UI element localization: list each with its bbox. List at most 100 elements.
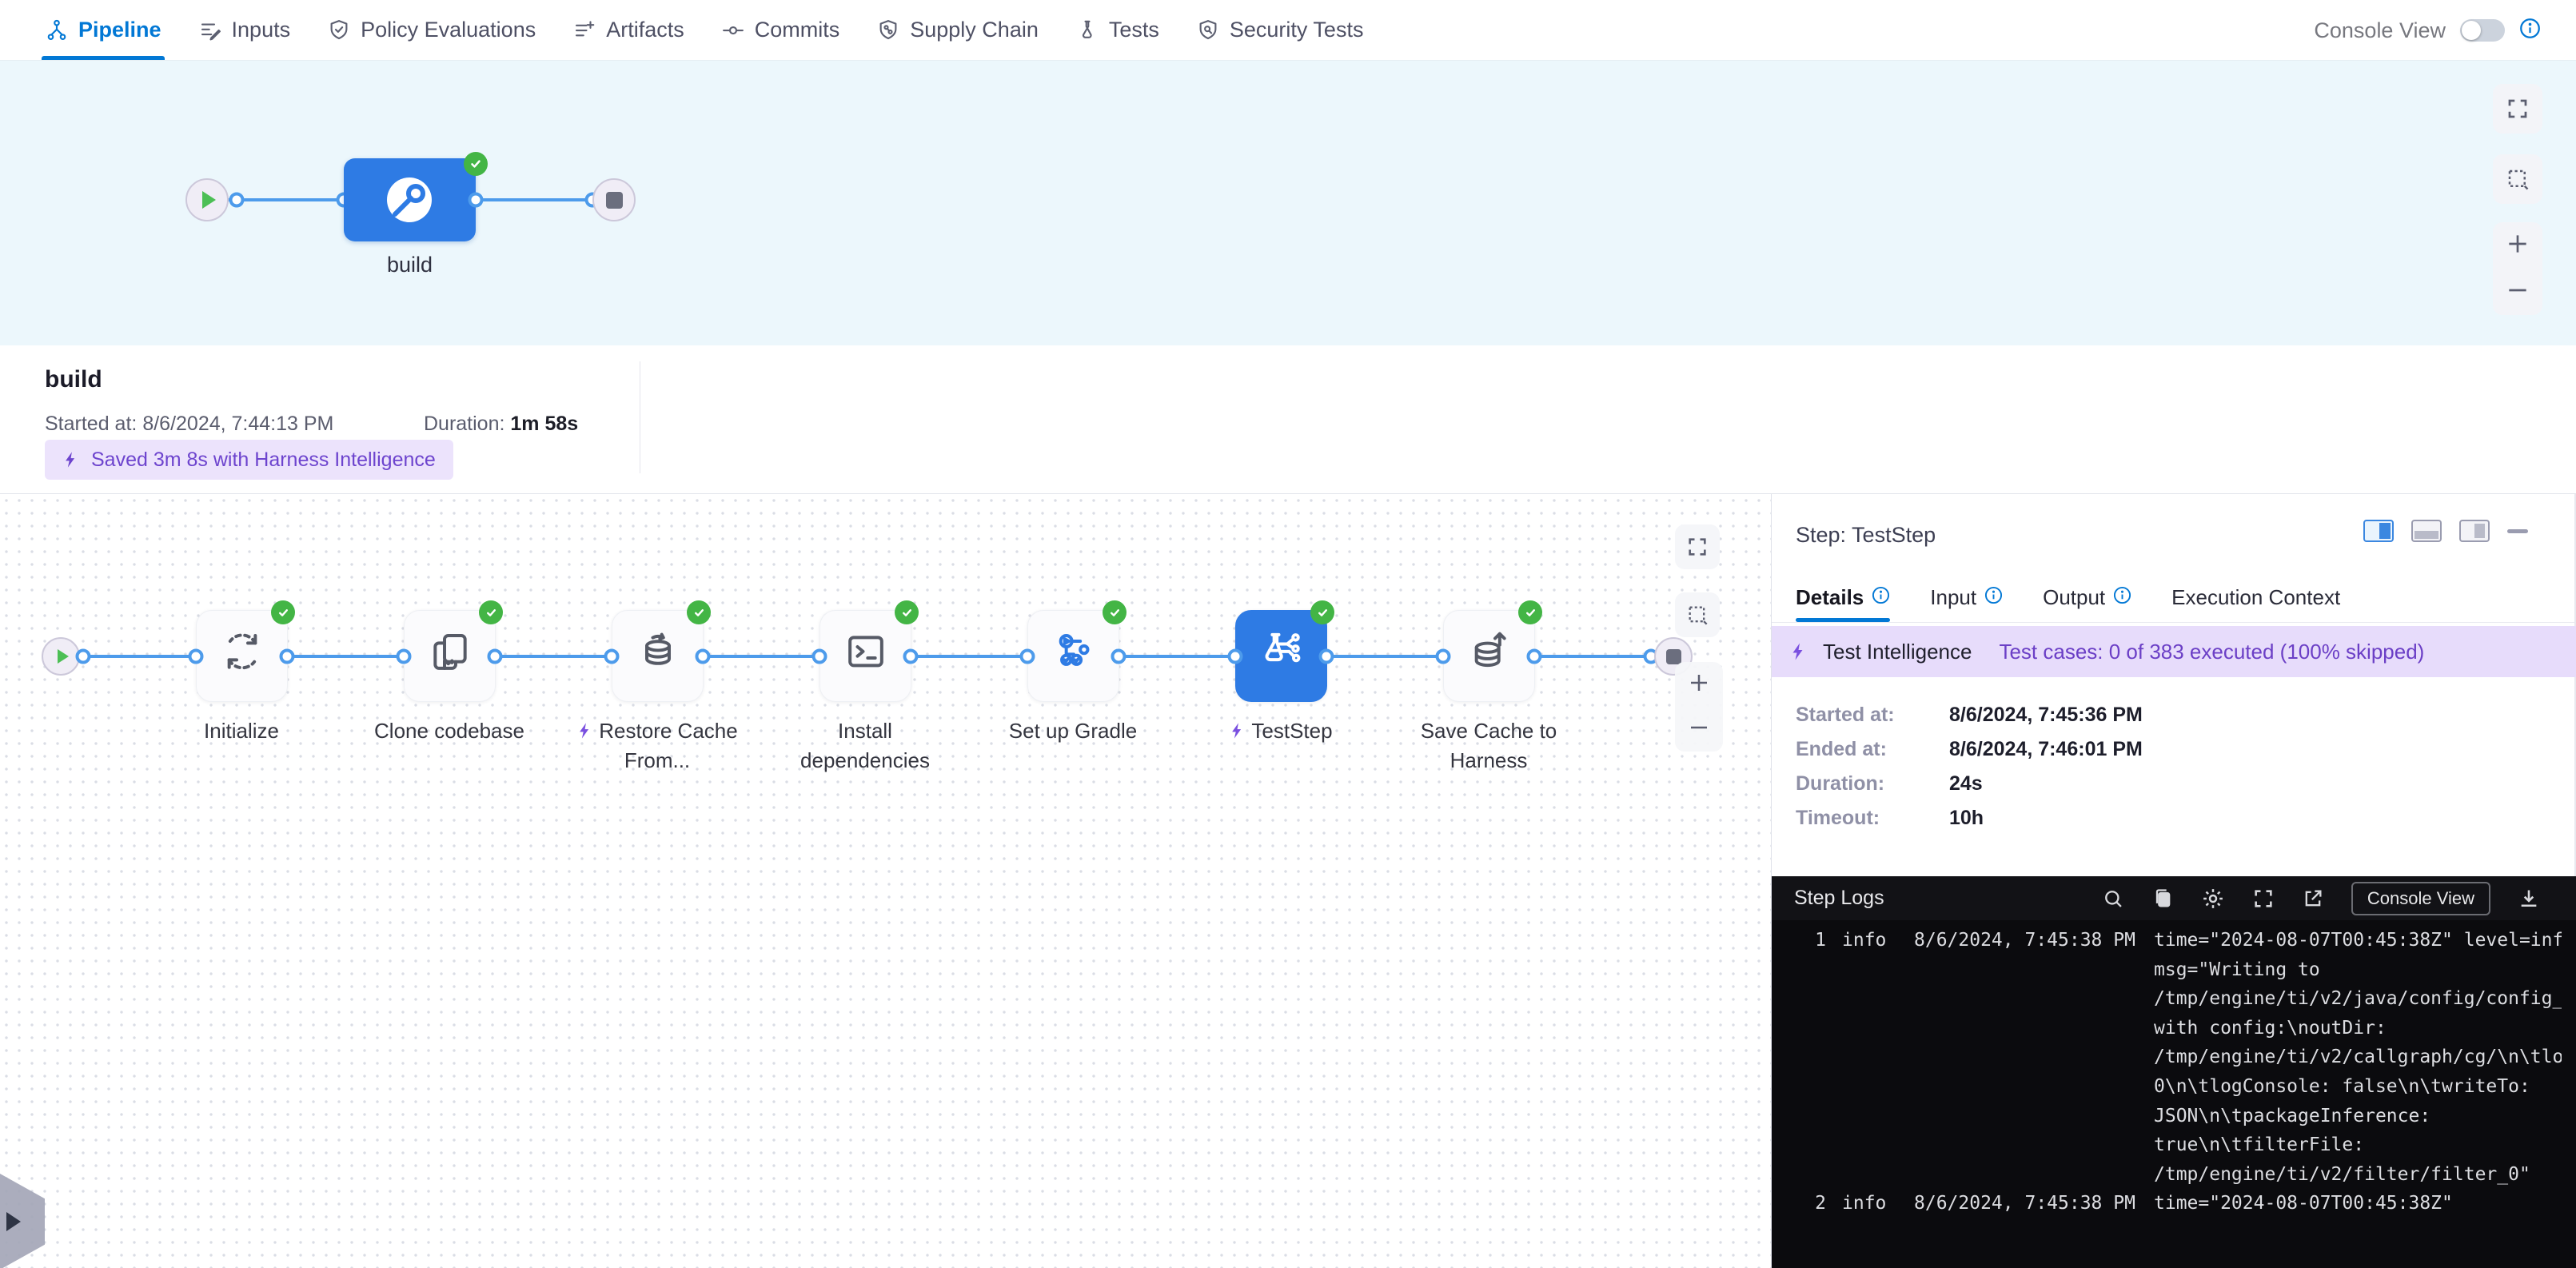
stage-title: build — [45, 366, 102, 393]
success-check-icon — [271, 600, 295, 624]
nav-tab-artifacts[interactable]: Artifacts — [572, 0, 684, 60]
layout-bottom-view-icon[interactable] — [2411, 520, 2442, 542]
layout-right-view-icon[interactable] — [2363, 520, 2394, 542]
info-icon[interactable] — [2519, 18, 2541, 43]
nav-tab-security-tests[interactable]: Security Tests — [1196, 0, 1364, 60]
step-node-install-dependencies[interactable] — [819, 610, 911, 702]
chevron-right-icon — [6, 1212, 21, 1231]
log-level: info — [1842, 926, 1914, 1189]
execution-graph-canvas: Initialize Clone codebase Restore Cache … — [0, 494, 1771, 1268]
step-logs-header: Step Logs Console View — [1772, 876, 2576, 920]
zoom-in-button[interactable] — [2505, 231, 2530, 261]
connector-dot — [903, 649, 919, 664]
log-level: info — [1842, 1189, 1914, 1218]
toggle-knob — [2462, 21, 2481, 40]
copy-icon[interactable] — [2151, 887, 2174, 910]
log-entry: 2 info 8/6/2024, 7:45:38 PM time="2024-0… — [1772, 1189, 2576, 1218]
log-entry: 1 info 8/6/2024, 7:45:38 PM time="2024-0… — [1772, 926, 2576, 1189]
info-icon[interactable] — [1872, 585, 1890, 610]
commits-icon — [721, 18, 745, 42]
nav-tab-inputs[interactable]: Inputs — [198, 0, 291, 60]
play-icon — [202, 191, 216, 209]
initialize-icon — [220, 628, 265, 677]
step-logs-body[interactable]: 1 info 8/6/2024, 7:45:38 PM time="2024-0… — [1772, 926, 2576, 1268]
detail-row: Timeout: 10h — [1796, 801, 2143, 835]
zoom-controls — [1675, 662, 1723, 752]
layout-side-view-icon[interactable] — [2459, 520, 2490, 542]
log-message: time="2024-08-07T00:45:38Z" — [2154, 1189, 2562, 1218]
success-check-icon — [479, 600, 503, 624]
settings-gear-icon[interactable] — [2201, 887, 2225, 911]
info-icon[interactable] — [2113, 585, 2131, 610]
nav-tab-label: Policy Evaluations — [361, 18, 536, 42]
exec-start-node[interactable] — [42, 637, 80, 676]
step-panel-title: Step: TestStep — [1796, 523, 1936, 548]
fullscreen-button[interactable] — [2493, 84, 2542, 134]
nav-tabs: Pipeline Inputs Policy Evaluations Artif… — [0, 0, 1363, 60]
nav-tab-tests[interactable]: Tests — [1075, 0, 1159, 60]
external-link-icon[interactable] — [2302, 887, 2324, 910]
step-node-teststep[interactable] — [1235, 610, 1327, 702]
connector-dot — [1527, 649, 1542, 664]
step-node-initialize[interactable] — [196, 610, 288, 702]
success-check-icon — [464, 152, 488, 176]
stage-node-build[interactable] — [344, 158, 476, 241]
test-intelligence-label: Test Intelligence — [1823, 640, 1972, 664]
nav-tab-commits[interactable]: Commits — [721, 0, 840, 60]
nav-tab-policy-evaluations[interactable]: Policy Evaluations — [327, 0, 536, 60]
connector-dot — [696, 649, 711, 664]
connector-dot — [1436, 649, 1451, 664]
panel-tab-details[interactable]: Details — [1796, 585, 1890, 610]
divider — [1772, 622, 2576, 623]
nav-tab-pipeline[interactable]: Pipeline — [45, 0, 161, 60]
selection-tool-button[interactable] — [1675, 592, 1720, 637]
inputs-icon — [198, 18, 222, 42]
detail-row: Started at: 8/6/2024, 7:45:36 PM — [1796, 698, 2143, 732]
step-node-clone-codebase[interactable] — [404, 610, 496, 702]
success-check-icon — [895, 600, 919, 624]
pipeline-start-node[interactable] — [185, 178, 229, 221]
selection-tool-button[interactable] — [2493, 154, 2542, 204]
pipeline-end-node[interactable] — [592, 178, 636, 221]
search-icon[interactable] — [2102, 887, 2124, 910]
step-node-restore-cache-from[interactable] — [612, 610, 704, 702]
log-line-number: 1 — [1772, 926, 1826, 1189]
nav-tab-supply-chain[interactable]: Supply Chain — [876, 0, 1039, 60]
zoom-in-button[interactable] — [1687, 671, 1711, 699]
fullscreen-button[interactable] — [1675, 524, 1720, 569]
zoom-out-button[interactable] — [2505, 277, 2530, 307]
nav-tab-label: Inputs — [232, 18, 291, 42]
nav-tab-label: Commits — [755, 18, 840, 42]
console-view-toggle[interactable] — [2460, 19, 2505, 42]
step-node-set-up-gradle[interactable] — [1027, 610, 1119, 702]
console-view-button[interactable]: Console View — [2351, 882, 2490, 915]
step-node-save-cache-to-harness[interactable] — [1443, 610, 1535, 702]
step-detail-rows: Started at: 8/6/2024, 7:45:36 PMEnded at… — [1796, 698, 2143, 835]
fullscreen-icon[interactable] — [2252, 887, 2275, 910]
zoom-out-button[interactable] — [1687, 716, 1711, 744]
detail-row: Ended at: 8/6/2024, 7:46:01 PM — [1796, 732, 2143, 767]
artifacts-icon — [572, 18, 596, 42]
panel-tab-execution-context[interactable]: Execution Context — [2171, 585, 2340, 610]
connector-dot — [397, 649, 412, 664]
detail-label: Duration: — [1796, 772, 1949, 795]
connector-dot — [604, 649, 620, 664]
log-line-number: 2 — [1772, 1189, 1826, 1218]
step-label: Clone codebase — [365, 716, 533, 746]
installdeps-icon — [843, 628, 888, 677]
panel-tab-label: Output — [2043, 585, 2105, 610]
nav-tab-label: Artifacts — [606, 18, 684, 42]
minimize-panel-button[interactable] — [2507, 529, 2528, 533]
info-icon[interactable] — [1984, 585, 2003, 610]
panel-tab-input[interactable]: Input — [1930, 585, 2003, 610]
stage-canvas: build — [0, 61, 2576, 345]
supplychain-icon — [876, 18, 900, 42]
detail-value: 8/6/2024, 7:46:01 PM — [1949, 738, 2143, 761]
savecache-icon — [1467, 628, 1512, 677]
step-logs-title: Step Logs — [1794, 887, 1884, 910]
download-icon[interactable] — [2518, 887, 2540, 910]
panel-tab-output[interactable]: Output — [2043, 585, 2131, 610]
log-message: time="2024-08-07T00:45:38Z" level=info m… — [2154, 926, 2562, 1189]
harness-intelligence-badge[interactable]: Saved 3m 8s with Harness Intelligence — [45, 440, 453, 480]
tests-icon — [1075, 18, 1099, 42]
